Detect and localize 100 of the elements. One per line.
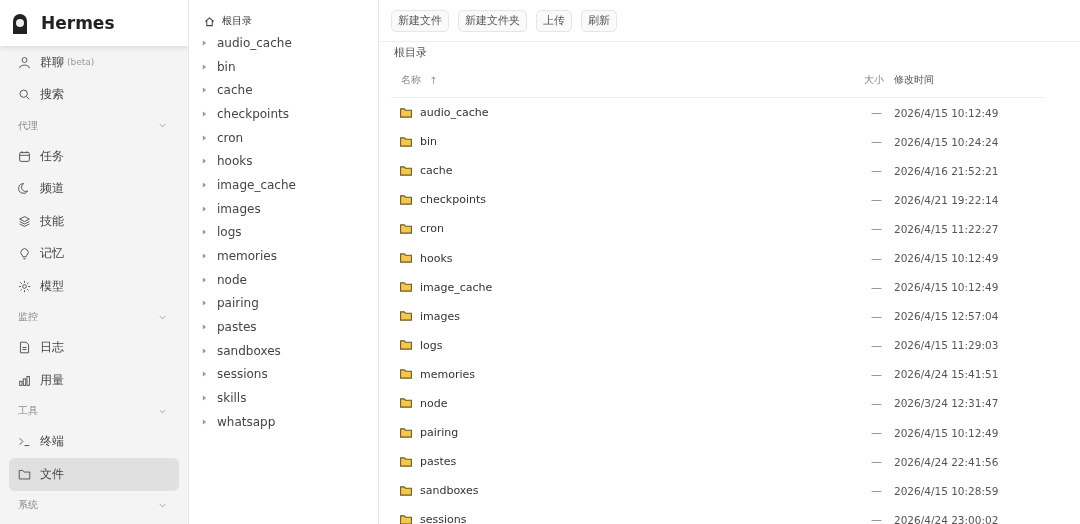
time-cell: 2026/4/24 22:41:56 xyxy=(894,455,999,468)
size-cell: — xyxy=(871,135,882,149)
toolbar-button[interactable]: 新建文件 xyxy=(391,9,449,32)
chevron-icon[interactable] xyxy=(158,121,167,130)
file-name[interactable]: pastes xyxy=(420,455,457,469)
lightbulb-icon xyxy=(18,247,31,261)
nav-item[interactable]: 任务 xyxy=(9,140,179,173)
size-cell: — xyxy=(871,251,882,265)
tree-root[interactable]: 根目录 xyxy=(204,11,378,31)
size-cell: — xyxy=(871,280,882,294)
file-name[interactable]: audio_cache xyxy=(420,106,489,120)
time-cell: 2026/4/15 10:24:24 xyxy=(894,135,999,148)
file-name[interactable]: hooks xyxy=(420,251,453,265)
file-name[interactable]: sessions xyxy=(420,513,467,524)
file-name[interactable]: cache xyxy=(420,164,453,178)
time-cell: 2026/4/15 10:12:49 xyxy=(894,426,999,439)
time-cell: 2026/4/15 11:29:03 xyxy=(894,339,999,352)
toolbar-button[interactable]: 上传 xyxy=(536,9,572,32)
folder-icon xyxy=(400,340,412,351)
size-cell: — xyxy=(871,367,882,381)
tree-item[interactable]: cache xyxy=(202,78,378,103)
time-cell: 2026/4/15 11:22:27 xyxy=(894,222,999,235)
section-label: 监控 xyxy=(18,310,38,324)
folder-icon xyxy=(400,369,412,380)
folder-icon xyxy=(400,282,412,293)
folder-icon xyxy=(400,223,412,234)
size-cell: — xyxy=(871,309,882,323)
nav-item[interactable]: 技能 xyxy=(9,205,179,238)
toolbar-button[interactable]: 刷新 xyxy=(581,9,617,32)
file-name[interactable]: checkpoints xyxy=(420,193,486,207)
column-header[interactable]: 大小 xyxy=(864,73,884,87)
home-icon xyxy=(204,15,215,27)
tree-item[interactable]: sandboxes xyxy=(202,338,378,363)
folder-icon xyxy=(400,427,412,438)
file-name[interactable]: memories xyxy=(420,367,475,381)
folder-icon xyxy=(400,311,412,322)
folder-icon xyxy=(400,514,412,524)
size-cell: — xyxy=(871,455,882,469)
time-cell: 2026/4/24 23:00:02 xyxy=(894,513,999,524)
nav-item[interactable]: 模型 xyxy=(9,270,179,303)
nav-item[interactable]: 群聊 (beta) xyxy=(9,46,179,79)
nav-item[interactable]: 搜索 xyxy=(9,78,179,111)
file-name[interactable]: node xyxy=(420,397,448,410)
tree-item[interactable]: sessions xyxy=(202,362,378,387)
terminal-icon xyxy=(18,435,31,449)
time-cell: 2026/4/16 21:52:21 xyxy=(894,164,999,177)
app-title: Hermes xyxy=(41,13,115,33)
folder-icon xyxy=(400,194,412,205)
sun-icon xyxy=(18,279,31,293)
size-cell: — xyxy=(871,338,882,352)
user-icon xyxy=(18,55,31,69)
tree-item[interactable]: image_cache xyxy=(202,173,378,197)
file-name[interactable]: image_cache xyxy=(420,280,493,294)
tree-item[interactable]: logs xyxy=(202,220,378,245)
tree-item[interactable]: audio_cache xyxy=(202,31,378,55)
size-cell: — xyxy=(871,164,882,178)
tree-item[interactable]: bin xyxy=(202,54,378,79)
tree-item[interactable]: images xyxy=(202,196,378,221)
folder-icon xyxy=(400,165,412,176)
nav-item[interactable]: 文件 xyxy=(9,458,179,491)
toolbar-button[interactable]: 新建文件夹 xyxy=(458,9,527,32)
search-icon xyxy=(18,88,31,102)
moon-icon xyxy=(18,182,31,196)
time-cell: 2026/4/15 10:12:49 xyxy=(894,281,999,294)
column-header[interactable]: 名称 xyxy=(401,73,421,87)
size-cell: — xyxy=(871,484,882,498)
file-name[interactable]: images xyxy=(420,309,460,323)
nav-item[interactable]: 记忆 xyxy=(9,237,179,270)
tree-item[interactable]: hooks xyxy=(202,149,378,174)
nav-item[interactable]: 用量 xyxy=(9,364,179,397)
nav-item[interactable]: 频道 xyxy=(9,172,179,205)
column-header[interactable]: 修改时间 xyxy=(894,74,934,85)
tree-item[interactable]: skills xyxy=(202,386,378,410)
tree-item[interactable]: cron xyxy=(202,125,378,150)
file-name[interactable]: sandboxes xyxy=(420,484,479,498)
folder-icon xyxy=(400,398,412,409)
tree-item[interactable]: memories xyxy=(202,244,378,268)
time-cell: 2026/4/24 15:41:51 xyxy=(894,368,999,381)
nav-item[interactable]: 终端 xyxy=(9,425,179,458)
file-name[interactable]: pairing xyxy=(420,426,459,440)
size-cell: — xyxy=(871,513,882,524)
time-cell: 2026/3/24 12:31:47 xyxy=(894,397,999,410)
size-cell: — xyxy=(871,193,882,207)
folder-icon xyxy=(400,107,412,118)
nav-item[interactable]: 日志 xyxy=(9,331,179,364)
time-cell: 2026/4/15 12:57:04 xyxy=(894,310,999,323)
time-cell: 2026/4/15 10:28:59 xyxy=(894,484,999,497)
tree-item[interactable]: pairing xyxy=(202,291,378,316)
document-icon xyxy=(18,341,31,355)
file-name[interactable]: logs xyxy=(420,338,443,352)
file-name[interactable]: cron xyxy=(420,222,445,236)
folder-icon xyxy=(400,253,412,263)
sort-arrow: ↑ xyxy=(429,74,438,86)
folder-icon xyxy=(400,485,412,496)
size-cell: — xyxy=(871,397,882,410)
file-name[interactable]: bin xyxy=(420,135,437,149)
tree-item[interactable]: pastes xyxy=(202,315,378,339)
tree-item[interactable]: checkpoints xyxy=(202,102,378,126)
tree-item[interactable]: whatsapp xyxy=(202,410,378,434)
tree-item[interactable]: node xyxy=(202,267,378,292)
